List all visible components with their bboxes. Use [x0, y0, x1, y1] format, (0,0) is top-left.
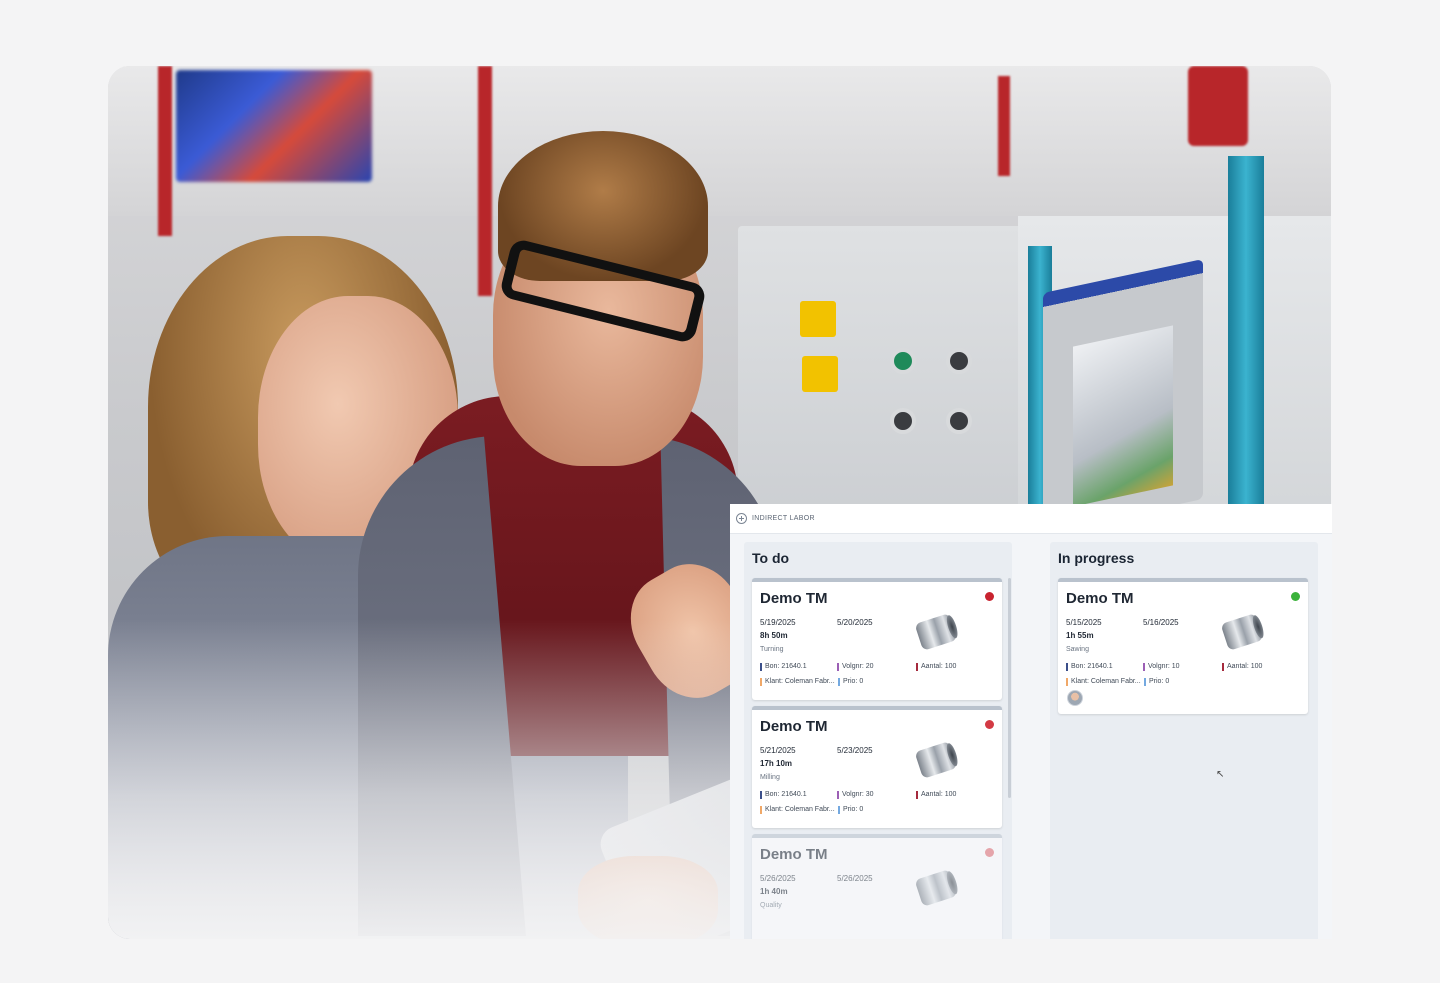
- tag-klant: Klant: Coleman Fabr...: [1066, 678, 1141, 686]
- operation: Quality: [760, 902, 782, 909]
- led-display-board: [176, 70, 372, 182]
- status-dot-icon: [985, 848, 994, 857]
- red-pipe: [158, 66, 172, 236]
- tag-bon: Bon: 21640.1: [760, 663, 807, 671]
- end-date: 5/23/2025: [837, 746, 873, 755]
- add-circle-icon[interactable]: [736, 513, 747, 524]
- tag-aantal: Aantal: 100: [916, 663, 956, 671]
- red-pipe: [998, 76, 1010, 176]
- warning-sign-icon: [802, 356, 838, 392]
- status-dot-icon: [985, 720, 994, 729]
- machine-screen-display: [1073, 325, 1173, 507]
- tag-prio: Prio: 0: [838, 806, 863, 814]
- card-title: Demo TM: [1066, 590, 1134, 607]
- cylinder-part-icon: [914, 869, 958, 907]
- status-dot-icon: [985, 592, 994, 601]
- duration: 1h 55m: [1066, 631, 1094, 640]
- tag-prio: Prio: 0: [838, 678, 863, 686]
- tag-aantal: Aantal: 100: [1222, 663, 1262, 671]
- column-title: In progress: [1058, 550, 1135, 566]
- duration: 8h 50m: [760, 631, 788, 640]
- mouse-cursor-icon: ↖: [1216, 769, 1225, 780]
- app-header: INDIRECT LABOR: [730, 504, 1332, 534]
- task-card[interactable]: Demo TM 5/26/2025 5/26/2025 1h 40m Quali…: [752, 834, 1002, 939]
- tag-aantal: Aantal: 100: [916, 791, 956, 799]
- photo-fade: [108, 619, 738, 939]
- operation: Sawing: [1066, 646, 1089, 653]
- end-date: 5/20/2025: [837, 618, 873, 627]
- indirect-labor-button[interactable]: INDIRECT LABOR: [752, 515, 815, 522]
- tag-volgnr: Volgnr: 30: [837, 791, 874, 799]
- cylinder-part-icon: [1220, 613, 1264, 651]
- tag-volgnr: Volgnr: 20: [837, 663, 874, 671]
- tag-klant: Klant: Coleman Fabr...: [760, 678, 835, 686]
- card-title: Demo TM: [760, 718, 828, 735]
- task-card[interactable]: Demo TM 5/19/2025 5/20/2025 8h 50m Turni…: [752, 578, 1002, 700]
- status-dot-icon: [1291, 592, 1300, 601]
- column-in-progress: In progress Demo TM 5/15/2025 5/16/2025 …: [1050, 542, 1318, 939]
- duration: 17h 10m: [760, 759, 793, 768]
- column-title: To do: [752, 550, 790, 566]
- tag-bon: Bon: 21640.1: [760, 791, 807, 799]
- avatar[interactable]: [1067, 690, 1083, 706]
- tag-klant: Klant: Coleman Fabr...: [760, 806, 835, 814]
- tag-bon: Bon: 21640.1: [1066, 663, 1113, 671]
- start-date: 5/19/2025: [760, 618, 796, 627]
- start-date: 5/21/2025: [760, 746, 796, 755]
- end-date: 5/16/2025: [1143, 618, 1179, 627]
- tag-volgnr: Volgnr: 10: [1143, 663, 1180, 671]
- red-signal-light: [1188, 66, 1248, 146]
- machine-button-icon: [890, 408, 916, 434]
- duration: 1h 40m: [760, 887, 788, 896]
- start-date: 5/26/2025: [760, 874, 796, 883]
- machine-button-icon: [946, 348, 972, 374]
- task-card[interactable]: Demo TM 5/21/2025 5/23/2025 17h 10m Mill…: [752, 706, 1002, 828]
- column-todo: To do Demo TM 5/19/2025 5/20/2025 8h 50m…: [744, 542, 1012, 939]
- tag-prio: Prio: 0: [1144, 678, 1169, 686]
- green-button-icon: [890, 348, 916, 374]
- emergency-switch-icon: [800, 301, 836, 337]
- cylinder-part-icon: [914, 741, 958, 779]
- kanban-app-panel: INDIRECT LABOR To do Demo TM 5/19/2025 5…: [730, 504, 1332, 939]
- operation: Turning: [760, 646, 784, 653]
- cylinder-part-icon: [914, 613, 958, 651]
- operation: Milling: [760, 774, 780, 781]
- machine-button-icon: [946, 408, 972, 434]
- column-scrollbar[interactable]: [1008, 578, 1011, 798]
- card-title: Demo TM: [760, 590, 828, 607]
- start-date: 5/15/2025: [1066, 618, 1102, 627]
- task-card[interactable]: Demo TM 5/15/2025 5/16/2025 1h 55m Sawin…: [1058, 578, 1308, 714]
- card-title: Demo TM: [760, 846, 828, 863]
- end-date: 5/26/2025: [837, 874, 873, 883]
